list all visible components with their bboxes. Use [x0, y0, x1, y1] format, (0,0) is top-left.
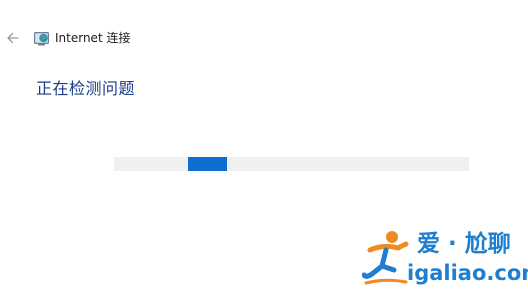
back-button[interactable]	[4, 29, 22, 47]
watermark-url: igaliao.com	[407, 261, 528, 285]
network-globe-icon	[34, 32, 49, 46]
watermark: 爱 · 尬聊 igaliao.com	[362, 226, 528, 288]
title-bar: Internet 连接	[0, 24, 528, 54]
page-heading: 正在检测问题	[36, 79, 136, 98]
progress-indicator	[188, 157, 227, 171]
window-title: Internet 连接	[55, 31, 131, 45]
progress-bar	[114, 157, 469, 171]
back-arrow-icon	[7, 32, 19, 44]
watermark-title: 爱 · 尬聊	[417, 231, 511, 257]
running-figure-logo	[362, 231, 409, 285]
